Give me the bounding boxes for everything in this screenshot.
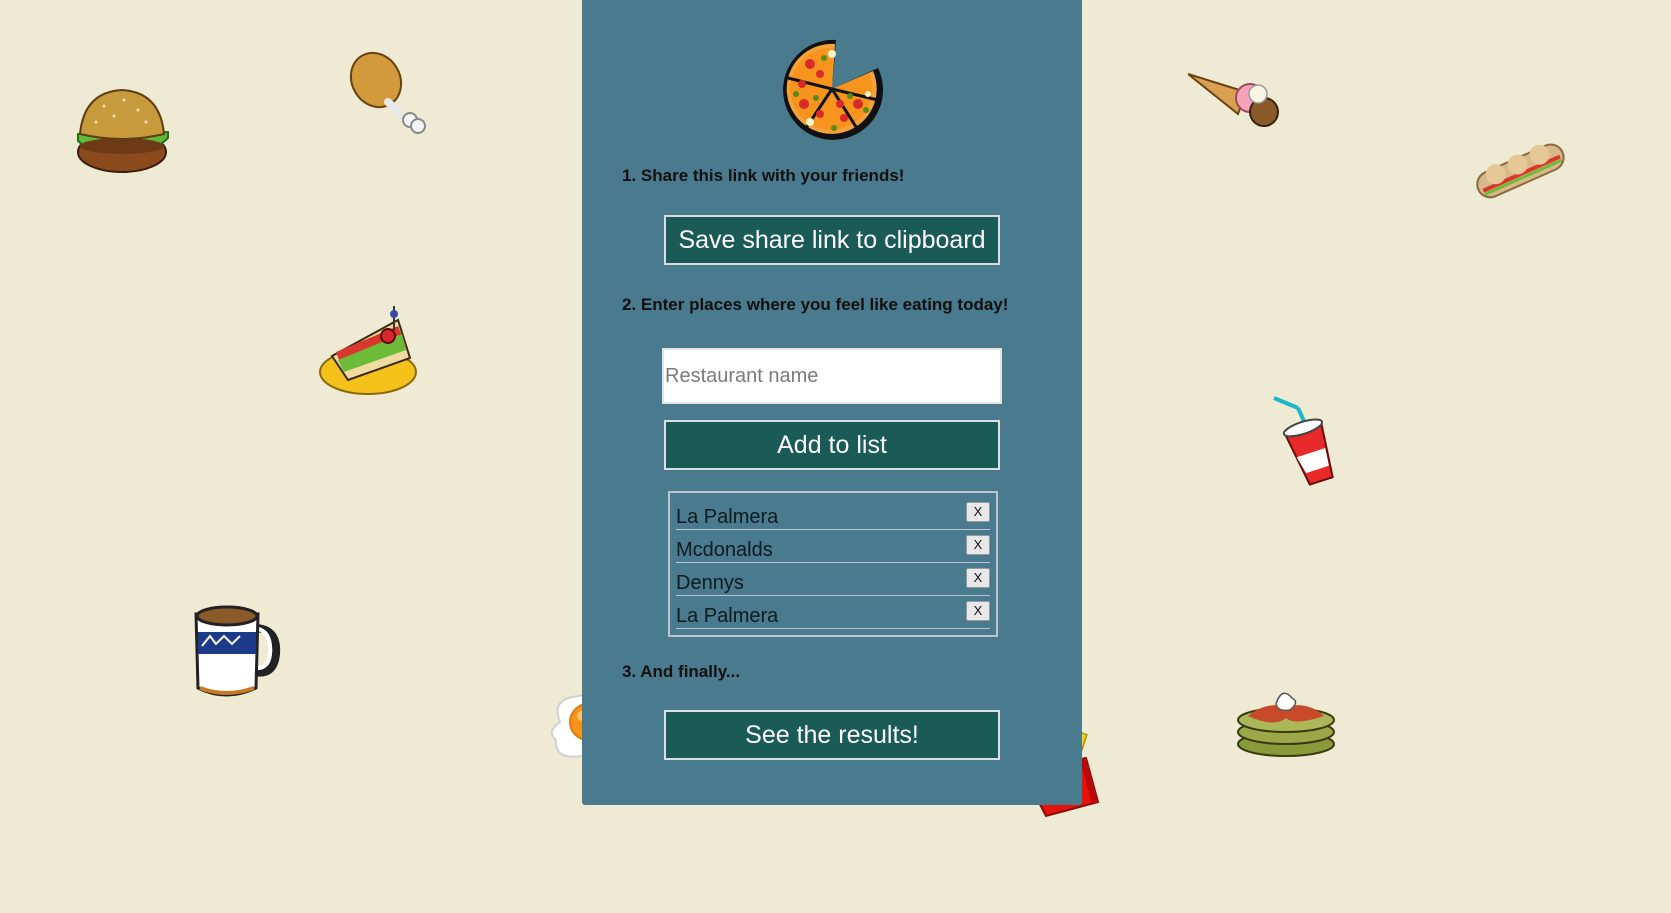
- soda-cup-icon: [1273, 396, 1334, 486]
- remove-item-button[interactable]: X: [966, 601, 990, 621]
- restaurant-name: La Palmera: [676, 605, 779, 627]
- pancakes-icon: [1237, 692, 1335, 757]
- pizza-logo-icon: [783, 39, 884, 140]
- club-sandwich-icon: [319, 306, 417, 395]
- restaurant-name: La Palmera: [676, 506, 779, 528]
- remove-item-button[interactable]: X: [966, 502, 990, 522]
- main-panel: 1. Share this link with your friends! Sa…: [582, 0, 1082, 805]
- restaurant-name-input[interactable]: [662, 348, 1002, 404]
- restaurant-name: Dennys: [676, 572, 744, 594]
- restaurant-list: La Palmera X Mcdonalds X Dennys X La Pal…: [668, 491, 998, 637]
- restaurant-name: Mcdonalds: [676, 539, 773, 561]
- step-2-text: 2. Enter places where you feel like eati…: [622, 295, 1009, 314]
- step-1-text: 1. Share this link with your friends!: [622, 166, 905, 185]
- remove-item-button[interactable]: X: [966, 568, 990, 588]
- list-item: La Palmera X: [676, 497, 990, 530]
- save-share-link-button[interactable]: Save share link to clipboard: [664, 215, 1000, 265]
- add-to-list-button[interactable]: Add to list: [664, 420, 1000, 470]
- sub-sandwich-icon: [1476, 143, 1565, 199]
- list-item: Mcdonalds X: [676, 530, 990, 563]
- step-3-text: 3. And finally...: [622, 662, 741, 681]
- remove-item-button[interactable]: X: [966, 535, 990, 555]
- burger-icon: [77, 88, 169, 173]
- coffee-mug-icon: [194, 605, 281, 697]
- list-item: Dennys X: [676, 563, 990, 596]
- see-results-button[interactable]: See the results!: [664, 710, 1000, 760]
- chicken-leg-icon: [349, 51, 426, 134]
- ice-cream-cone-icon: [1188, 73, 1279, 127]
- list-item: La Palmera X: [676, 596, 990, 629]
